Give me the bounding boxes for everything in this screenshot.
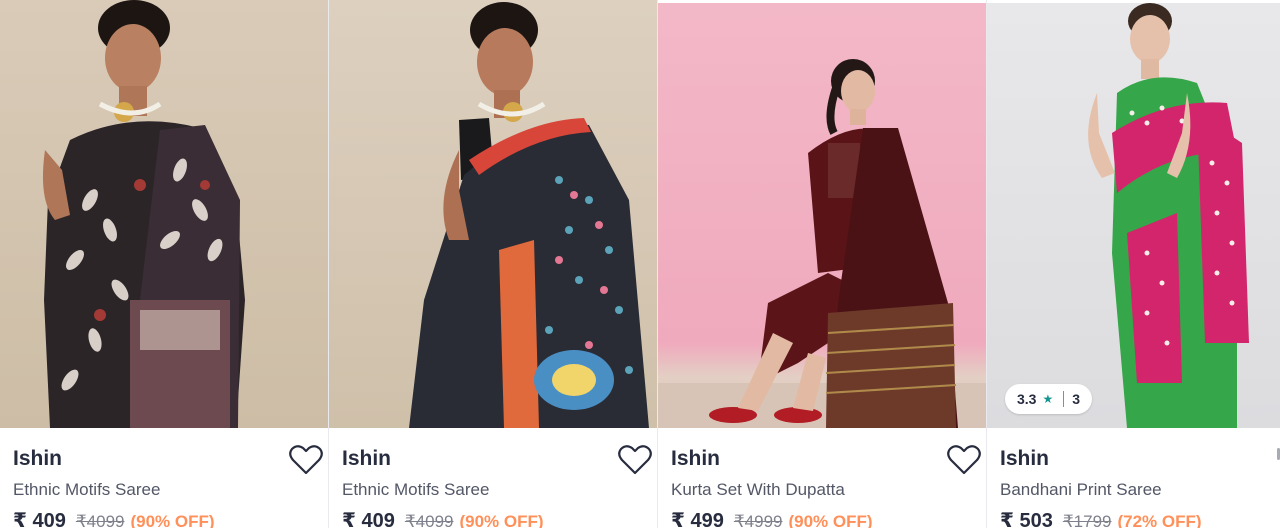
model-figure bbox=[1088, 3, 1249, 428]
product-price: ₹ 409 bbox=[13, 510, 66, 528]
product-info[interactable]: Ishin Bandhani Print Saree ₹ 503 ₹1799 (… bbox=[987, 428, 1280, 528]
product-title: Kurta Set With Dupatta bbox=[671, 480, 845, 499]
model-figure bbox=[42, 0, 245, 428]
price-row: ₹ 499 ₹4999 (90% OFF) bbox=[671, 508, 986, 528]
wishlist-button[interactable] bbox=[286, 440, 326, 480]
rating-value: 3.3 bbox=[1017, 391, 1037, 407]
rating-badge: 3.3 ★ 3 bbox=[1005, 384, 1093, 414]
product-brand: Ishin bbox=[1000, 447, 1050, 470]
discount-label: (90% OFF) bbox=[459, 512, 544, 528]
product-info[interactable]: Ishin Ethnic Motifs Saree ₹ 409 ₹4099 (9… bbox=[329, 428, 657, 528]
heart-outline-icon bbox=[289, 445, 323, 475]
product-image[interactable]: 3.3 ★ 3 bbox=[987, 3, 1280, 428]
star-icon: ★ bbox=[1042, 392, 1054, 406]
price-row: ₹ 409 ₹4099 (90% OFF) bbox=[13, 508, 328, 528]
product-card[interactable]: Ishin Ethnic Motifs Saree ₹ 409 ₹4099 (9… bbox=[0, 0, 329, 528]
product-mrp: ₹1799 bbox=[1062, 512, 1112, 528]
product-brand: Ishin bbox=[671, 447, 721, 470]
rating-divider bbox=[1063, 391, 1065, 407]
product-price: ₹ 503 bbox=[1000, 510, 1053, 528]
product-price: ₹ 499 bbox=[671, 510, 724, 528]
product-title: Ethnic Motifs Saree bbox=[342, 480, 490, 499]
product-title: Ethnic Motifs Saree bbox=[13, 480, 161, 499]
product-mrp: ₹4999 bbox=[733, 512, 783, 528]
product-image[interactable] bbox=[329, 0, 657, 428]
product-price: ₹ 409 bbox=[342, 510, 395, 528]
heart-outline-icon bbox=[618, 445, 652, 475]
product-grid: Ishin Ethnic Motifs Saree ₹ 409 ₹4099 (9… bbox=[0, 0, 1280, 528]
discount-label: (90% OFF) bbox=[788, 512, 873, 528]
product-info[interactable]: Ishin Kurta Set With Dupatta ₹ 499 ₹4999… bbox=[658, 428, 986, 528]
product-mrp: ₹4099 bbox=[404, 512, 454, 528]
model-figure bbox=[658, 59, 986, 428]
discount-label: (90% OFF) bbox=[130, 512, 215, 528]
product-info[interactable]: Ishin Ethnic Motifs Saree ₹ 409 ₹4099 (9… bbox=[0, 428, 328, 528]
model-figure bbox=[409, 2, 649, 428]
product-title: Bandhani Print Saree bbox=[1000, 480, 1162, 499]
wishlist-button[interactable] bbox=[944, 440, 984, 480]
product-brand: Ishin bbox=[13, 447, 63, 470]
rating-count: 3 bbox=[1072, 391, 1081, 407]
product-mrp: ₹4099 bbox=[75, 512, 125, 528]
price-row: ₹ 503 ₹1799 (72% OFF) bbox=[1000, 508, 1280, 528]
heart-outline-icon bbox=[947, 445, 981, 475]
wishlist-button[interactable] bbox=[615, 440, 655, 480]
product-image[interactable] bbox=[0, 0, 328, 428]
product-card[interactable]: Ishin Ethnic Motifs Saree ₹ 409 ₹4099 (9… bbox=[329, 0, 658, 528]
product-brand: Ishin bbox=[342, 447, 392, 470]
product-image[interactable] bbox=[658, 3, 986, 428]
discount-label: (72% OFF) bbox=[1117, 512, 1202, 528]
price-row: ₹ 409 ₹4099 (90% OFF) bbox=[342, 508, 657, 528]
product-card[interactable]: Ishin Kurta Set With Dupatta ₹ 499 ₹4999… bbox=[658, 0, 987, 528]
product-card[interactable]: 3.3 ★ 3 Ishin Bandhani Print Saree ₹ 503… bbox=[987, 0, 1280, 528]
